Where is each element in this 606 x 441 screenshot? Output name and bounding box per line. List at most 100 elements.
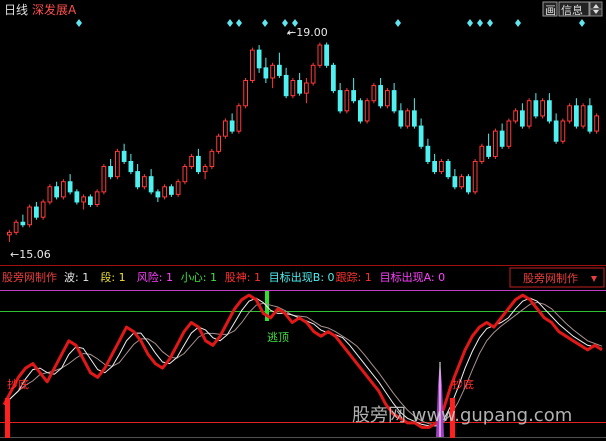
candle-body (88, 196, 93, 206)
candle-body (236, 105, 242, 132)
indicator-dropdown[interactable]: 股旁网制作 (509, 267, 605, 288)
candle-body (142, 176, 147, 188)
candle-body (385, 90, 390, 107)
signal-diamond (76, 19, 82, 27)
escape-top-label: 逃顶 (267, 331, 289, 344)
candle-body (243, 79, 248, 107)
candle-body (256, 49, 262, 69)
indicator-param: 目标出现B: 0 (269, 270, 335, 284)
candle-body (229, 120, 235, 132)
candle-body (40, 201, 46, 218)
candle-body (13, 221, 19, 233)
candle-body (540, 100, 545, 117)
candle-body (74, 191, 80, 203)
candle-body (472, 160, 478, 193)
info-button-label: 信息 (561, 3, 583, 17)
signal-diamond (579, 19, 585, 27)
candle-body (526, 100, 532, 127)
candle-body (364, 100, 370, 122)
candle-body (580, 105, 586, 127)
candle-body (547, 100, 552, 122)
signal-diamond (262, 19, 268, 27)
stock-name[interactable]: 深发展A (32, 2, 77, 17)
candle-body (493, 130, 498, 157)
candle-body (20, 221, 26, 226)
candle-body (560, 120, 566, 142)
indicator-param: 风险: 1 (137, 270, 173, 284)
candle-body (128, 160, 134, 173)
candle-body (47, 186, 53, 203)
bottom-signal-bar-left (5, 398, 10, 438)
draw-button[interactable]: 画 (542, 1, 558, 17)
signal-diamond (515, 19, 521, 27)
candle-body (250, 49, 255, 81)
candle-body (67, 181, 73, 193)
candle-body (290, 79, 296, 97)
candle-body (425, 145, 431, 162)
candle-body (155, 191, 161, 198)
candle-body (466, 176, 471, 193)
candle-body (391, 90, 397, 112)
candle-body (479, 145, 485, 162)
candle-body (7, 231, 12, 236)
signal-diamond (477, 19, 483, 27)
candle-body (371, 85, 377, 102)
candle-body (358, 100, 363, 122)
candlestick-series (7, 42, 599, 242)
candle-body (270, 64, 275, 79)
candle-body (344, 90, 350, 112)
candle-body (398, 110, 404, 127)
candle-body (499, 130, 505, 147)
indicator-param: 波: 1 (64, 271, 89, 284)
indicator-param: 小心: 1 (181, 271, 217, 284)
watermark: 股旁网 www.gupang.com (352, 405, 572, 426)
candle-body (452, 176, 458, 188)
signal-diamond (236, 19, 242, 27)
candle-body (263, 67, 269, 79)
indicator-name[interactable]: 股旁网制作 (2, 270, 57, 284)
candle-body (432, 160, 437, 173)
indicator-param: 目标出现A: 0 (380, 270, 446, 284)
up-arrow-icon[interactable] (589, 1, 603, 10)
stock-chart: 日线 深发展A 画 信息 ←19.00 ←15.06 股旁网制作 波: 1 段: … (0, 1, 606, 438)
high-price-label: ←19.00 (287, 26, 328, 39)
info-button[interactable]: 信息 (558, 1, 590, 17)
candle-body (209, 150, 215, 168)
indicator-param: 跟踪: 1 (336, 270, 372, 284)
candle-body (574, 105, 579, 127)
bottom-label-right: 抄底 (452, 377, 474, 391)
candle-body (108, 166, 113, 178)
candle-body (196, 155, 201, 173)
candle-body (94, 191, 100, 206)
candle-body (533, 100, 539, 117)
indicator-params: 波: 1 段: 1 风险: 1 小心: 1 股神: 1 目标出现B: 0 跟踪: 1 目标出现… (64, 270, 445, 284)
period-label[interactable]: 日线 (4, 3, 28, 17)
candle-body (506, 120, 512, 147)
candle-body (520, 110, 525, 127)
signal-diamond (487, 19, 493, 27)
draw-button-label: 画 (545, 4, 556, 17)
candle-body (553, 120, 559, 142)
candle-body (175, 181, 181, 195)
bottom-label-left: 抄底 (7, 377, 29, 391)
candle-body (310, 64, 316, 84)
candle-body (378, 85, 383, 107)
dropdown-label: 股旁网制作 (523, 271, 578, 285)
candle-body (189, 155, 194, 168)
candle-body (405, 110, 410, 127)
candle-body (459, 176, 464, 188)
candle-body (216, 135, 221, 152)
candle-body (587, 105, 593, 132)
candle-body (135, 171, 140, 188)
candle-body (297, 79, 302, 94)
candle-body (27, 206, 32, 226)
down-arrow-icon[interactable] (589, 8, 603, 17)
signal-diamond (227, 19, 233, 27)
candle-body (351, 90, 356, 102)
candle-body (439, 160, 444, 173)
signal-diamond (395, 19, 401, 27)
candle-body (337, 90, 343, 112)
candle-body (202, 166, 208, 173)
low-price-label: ←15.06 (10, 248, 51, 261)
candle-body (182, 166, 188, 183)
